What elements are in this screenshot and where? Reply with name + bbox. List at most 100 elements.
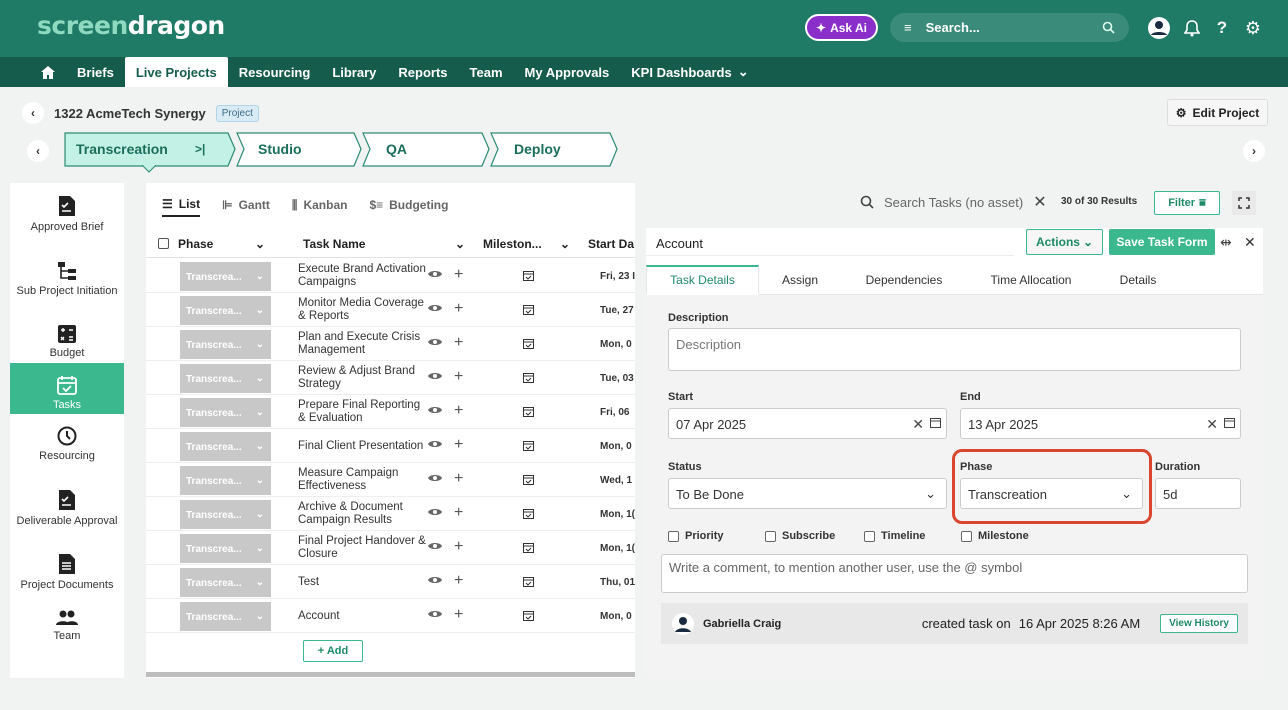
status-select[interactable]: To Be Done ⌄ (668, 478, 947, 509)
nav-resourcing[interactable]: Resourcing (228, 57, 322, 87)
nav-team[interactable]: Team (459, 57, 514, 87)
clear-icon[interactable]: ✕ (1206, 416, 1218, 433)
app-logo[interactable]: screendragon (37, 11, 225, 40)
filter-button[interactable]: Filter ⩸ (1154, 191, 1220, 215)
comment-input[interactable]: Write a comment, to mention another user… (661, 554, 1248, 593)
milestone-calendar-icon[interactable] (523, 406, 534, 417)
phase-dropdown[interactable]: Transcrea... ⌄ (180, 466, 271, 495)
milestone-calendar-icon[interactable] (523, 542, 534, 553)
sidebar-item-budget[interactable]: Budget (10, 311, 124, 362)
add-subtask-icon[interactable]: + (454, 334, 463, 352)
nav-reports[interactable]: Reports (387, 57, 458, 87)
table-row[interactable]: Transcrea... ⌄ Execute Brand Activation Ca… (146, 259, 635, 293)
ask-ai-button[interactable]: ✦ Ask Ai (805, 14, 878, 41)
phase-dropdown[interactable]: Transcrea... ⌄ (180, 500, 271, 529)
milestone-calendar-icon[interactable] (523, 610, 534, 621)
phase-dropdown[interactable]: Transcrea... ⌄ (180, 534, 271, 563)
task-title-field[interactable]: Account (646, 228, 1014, 256)
milestone-calendar-icon[interactable] (523, 270, 534, 281)
stages-next-button[interactable]: › (1243, 140, 1265, 162)
stage-qa-shape[interactable] (362, 132, 490, 167)
stage-deploy[interactable]: Deploy (514, 141, 561, 157)
task-name[interactable]: Prepare Final Reporting & Evaluation (298, 397, 428, 427)
actions-button[interactable]: Actions ⌄ (1026, 229, 1103, 255)
duration-field[interactable]: 5d (1155, 478, 1241, 509)
phase-dropdown[interactable]: Transcrea... ⌄ (180, 296, 271, 325)
eye-icon[interactable] (428, 371, 442, 381)
priority-checkbox[interactable]: Priority (668, 530, 724, 542)
timeline-checkbox[interactable]: Timeline (864, 530, 925, 542)
eye-icon[interactable] (428, 541, 442, 551)
stage-studio[interactable]: Studio (258, 141, 302, 157)
add-subtask-icon[interactable]: + (454, 266, 463, 284)
nav-briefs[interactable]: Briefs (66, 57, 125, 87)
add-subtask-icon[interactable]: + (454, 368, 463, 386)
help-icon[interactable]: ? (1209, 15, 1235, 41)
eye-icon[interactable] (428, 303, 442, 313)
col-start-date[interactable]: Start Da (588, 237, 634, 251)
stage-qa[interactable]: QA (386, 141, 407, 157)
add-subtask-icon[interactable]: + (454, 504, 463, 522)
eye-icon[interactable] (428, 609, 442, 619)
sidebar-item-project-documents[interactable]: Project Documents (10, 543, 124, 594)
task-name[interactable]: Final Project Handover & Closure (298, 533, 428, 563)
calendar-icon[interactable] (930, 417, 941, 428)
task-name[interactable]: Review & Adjust Brand Strategy (298, 363, 428, 393)
eye-icon[interactable] (428, 269, 442, 279)
eye-icon[interactable] (428, 337, 442, 347)
add-subtask-icon[interactable]: + (454, 300, 463, 318)
clear-search-icon[interactable]: ✕ (1033, 192, 1046, 212)
nav-my-approvals[interactable]: My Approvals (514, 57, 621, 87)
phase-dropdown[interactable]: Transcrea... ⌄ (180, 364, 271, 393)
phase-dropdown[interactable]: Transcrea... ⌄ (180, 602, 271, 631)
phase-dropdown[interactable]: Transcrea... ⌄ (180, 262, 271, 291)
table-row[interactable]: Transcrea... ⌄ Measure Campaign Effectiven… (146, 463, 635, 497)
eye-icon[interactable] (428, 405, 442, 415)
sidebar-item-resourcing[interactable]: Resourcing (10, 414, 124, 465)
gear-icon[interactable]: ⚙ (1240, 15, 1266, 41)
search-input[interactable]: Search... (926, 20, 1088, 35)
table-row[interactable]: Transcrea... ⌄ Archive & Document Campaign… (146, 497, 635, 531)
add-subtask-icon[interactable]: + (454, 538, 463, 556)
calendar-icon[interactable] (1224, 417, 1235, 428)
milestone-calendar-icon[interactable] (523, 576, 534, 587)
eye-icon[interactable] (428, 575, 442, 585)
stage-transcreation[interactable]: Transcreation (76, 141, 168, 157)
sidebar-item-sub-project[interactable]: Sub Project Initiation (10, 249, 124, 300)
task-name[interactable]: Test (298, 567, 428, 597)
phase-dropdown[interactable]: Transcrea... ⌄ (180, 568, 271, 597)
tab-details[interactable]: Details (1111, 265, 1165, 295)
task-name[interactable]: Final Client Presentation (298, 431, 428, 461)
milestone-calendar-icon[interactable] (523, 440, 534, 451)
milestone-calendar-icon[interactable] (523, 508, 534, 519)
milestone-calendar-icon[interactable] (523, 338, 534, 349)
back-button[interactable]: ‹ (22, 102, 44, 124)
table-row[interactable]: Transcrea... ⌄ Prepare Final Reporting & E… (146, 395, 635, 429)
phase-dropdown[interactable]: Transcrea... ⌄ (180, 398, 271, 427)
tab-task-details[interactable]: Task Details (646, 265, 759, 295)
add-task-button[interactable]: + Add (303, 640, 363, 662)
clear-icon[interactable]: ✕ (912, 416, 924, 433)
select-all-checkbox[interactable] (158, 238, 169, 249)
eye-icon[interactable] (428, 439, 442, 449)
task-name[interactable]: Account (298, 601, 428, 631)
add-subtask-icon[interactable]: + (454, 572, 463, 590)
add-subtask-icon[interactable]: + (454, 470, 463, 488)
description-field[interactable]: Description (668, 328, 1241, 371)
tab-kanban[interactable]: ⫼ Kanban (292, 193, 348, 217)
chevron-down-icon[interactable]: ⌄ (455, 237, 465, 251)
sidebar-item-team[interactable]: Team (10, 594, 124, 645)
col-task-name[interactable]: Task Name (303, 237, 365, 251)
sidebar-item-approved-brief[interactable]: Approved Brief (10, 185, 124, 236)
table-row[interactable]: Transcrea... ⌄ Test + Thu, 01 (146, 565, 635, 599)
table-row[interactable]: Transcrea... ⌄ Account + Mon, 0 (146, 599, 635, 633)
nav-live-projects[interactable]: Live Projects (124, 57, 228, 87)
home-icon[interactable] (30, 57, 66, 87)
start-date-field[interactable]: 07 Apr 2025 ✕ (668, 408, 947, 439)
expand-icon[interactable] (1232, 191, 1256, 215)
collapse-icon[interactable]: >| (195, 142, 205, 156)
milestone-calendar-icon[interactable] (523, 304, 534, 315)
split-view-icon[interactable]: ⇹ (1220, 234, 1232, 251)
table-row[interactable]: Transcrea... ⌄ Plan and Execute Crisis Man… (146, 327, 635, 361)
tab-gantt[interactable]: ⊫ Gantt (222, 193, 270, 217)
